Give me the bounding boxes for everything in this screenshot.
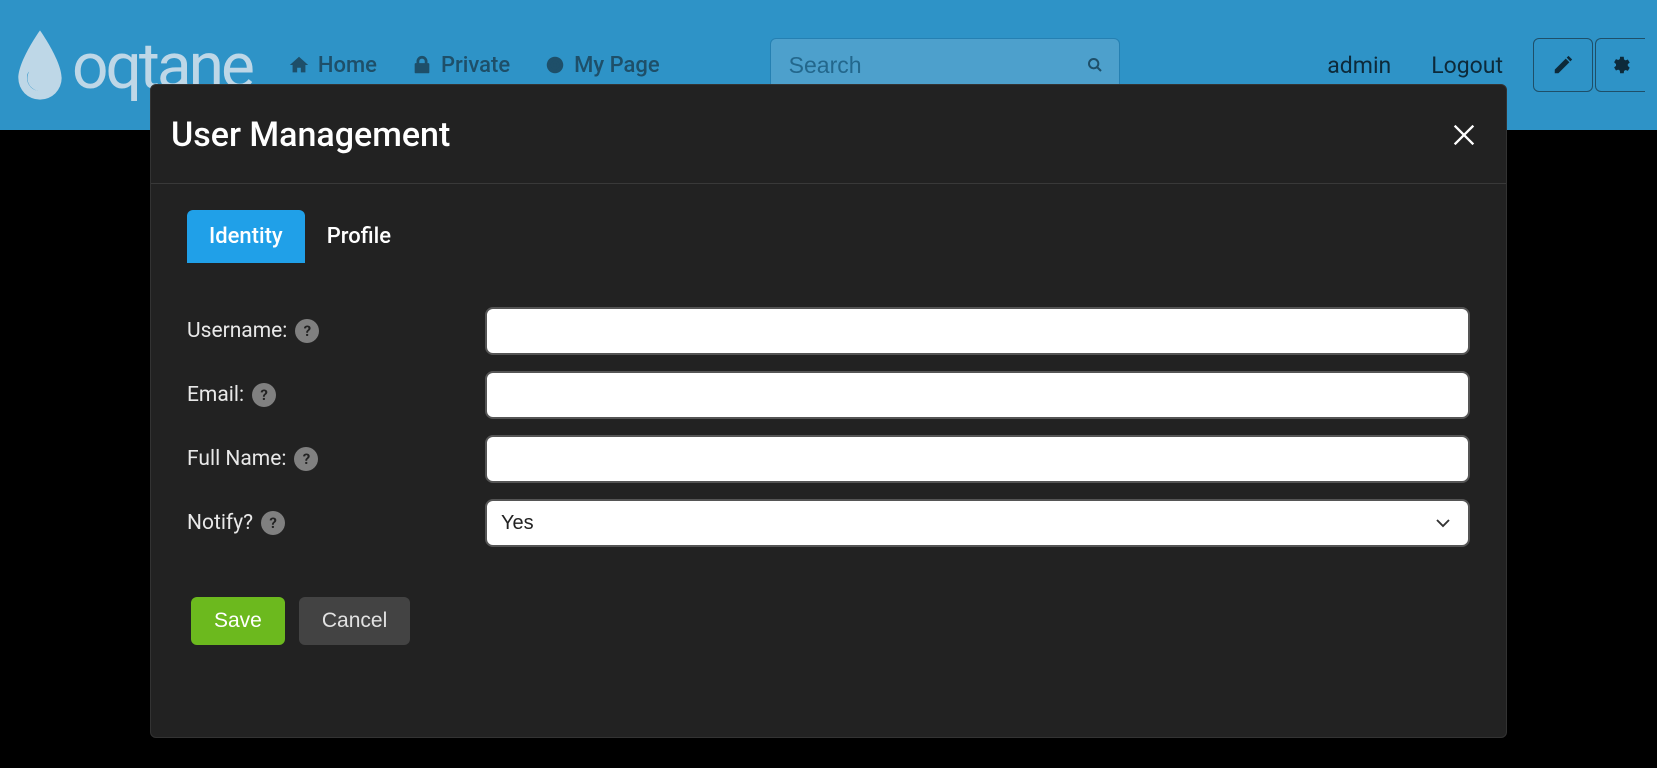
full-name-input[interactable] (485, 435, 1470, 483)
row-username: Username: ? (187, 299, 1470, 363)
toolbar-icons (1543, 38, 1645, 92)
save-button[interactable]: Save (191, 597, 285, 645)
edit-button[interactable] (1533, 38, 1593, 92)
label-text: Full Name: (187, 447, 286, 471)
label-full-name: Full Name: ? (187, 447, 485, 471)
help-icon[interactable]: ? (294, 447, 318, 471)
control-full-name (485, 435, 1470, 483)
tab-label: Identity (209, 224, 283, 249)
pencil-icon (1552, 54, 1574, 76)
primary-nav: Home Private My Page (278, 47, 670, 84)
label-notify: Notify? ? (187, 511, 485, 535)
gear-icon (1610, 54, 1632, 76)
cancel-button[interactable]: Cancel (299, 597, 410, 645)
row-notify: Notify? ? Yes (187, 491, 1470, 555)
user-link[interactable]: admin (1327, 52, 1391, 79)
modal-tabs: Identity Profile (187, 210, 1486, 263)
nav-item-label: Private (441, 53, 510, 78)
modal-header: User Management (151, 85, 1506, 165)
search-icon (1087, 53, 1103, 77)
row-email: Email: ? (187, 363, 1470, 427)
home-icon (288, 54, 310, 76)
help-icon[interactable]: ? (261, 511, 285, 535)
help-icon[interactable]: ? (252, 383, 276, 407)
search-input[interactable] (787, 51, 1087, 80)
modal-title: User Management (171, 115, 450, 155)
tab-label: Profile (327, 224, 391, 249)
email-input[interactable] (485, 371, 1470, 419)
nav-item-private[interactable]: Private (401, 47, 520, 84)
settings-button[interactable] (1595, 38, 1645, 92)
close-button[interactable] (1450, 121, 1478, 149)
label-username: Username: ? (187, 319, 485, 343)
label-text: Notify? (187, 511, 253, 535)
label-text: Email: (187, 383, 244, 407)
control-email (485, 371, 1470, 419)
nav-item-my-page[interactable]: My Page (534, 47, 670, 84)
label-text: Username: (187, 319, 287, 343)
logout-link[interactable]: Logout (1431, 52, 1503, 79)
label-email: Email: ? (187, 383, 485, 407)
modal-footer: Save Cancel (171, 555, 1486, 673)
notify-select[interactable]: Yes (485, 499, 1470, 547)
lock-icon (411, 54, 433, 76)
control-notify: Yes (485, 499, 1470, 547)
control-username (485, 307, 1470, 355)
row-full-name: Full Name: ? (187, 427, 1470, 491)
tab-identity[interactable]: Identity (187, 210, 305, 263)
help-icon[interactable]: ? (295, 319, 319, 343)
tab-profile[interactable]: Profile (305, 210, 413, 263)
username-input[interactable] (485, 307, 1470, 355)
nav-item-home[interactable]: Home (278, 47, 387, 84)
nav-item-label: My Page (574, 53, 660, 78)
close-icon (1450, 121, 1478, 149)
droplet-icon (14, 29, 66, 101)
target-icon (544, 54, 566, 76)
modal-body: Identity Profile Username: ? Email: ? (151, 184, 1506, 737)
nav-item-label: Home (318, 53, 377, 78)
user-management-modal: User Management Identity Profile Usernam… (150, 84, 1507, 738)
